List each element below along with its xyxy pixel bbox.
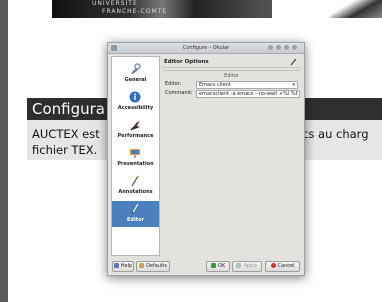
configure-dialog: Configure – Okular General Accessibility… [107,42,305,276]
left-edge-bar [0,0,8,302]
command-input[interactable]: emacsclient -a emacs --no-wait +%l %f [196,90,300,98]
slide-body-line1: AUCTEX est [32,127,100,141]
config-sidebar: General Accessibility Performance Presen… [111,56,160,256]
sidebar-label: Accessibility [117,105,154,111]
editor-header-icon [290,58,297,66]
page-title: Editor Options [164,59,209,65]
command-label: Command: [165,90,193,96]
decorative-image [330,0,382,18]
sidebar-item-annotations[interactable]: Annotations [112,173,159,199]
dialog-button-bar: Help Defaults OK Apply Cancel [108,257,304,275]
editor-icon [131,203,139,215]
sidebar-item-presentation[interactable]: Presentation [112,145,159,171]
university-logo-image: UNIVERSITÉ FRANCHE-COMTÉ [52,0,272,18]
header-divider [162,67,301,68]
slide-body-line2: fichier TEX. [32,143,98,157]
editor-label: Editor: [165,81,182,87]
command-input-value: emacsclient -a emacs --no-wait +%l %f [199,91,298,97]
minimize-icon[interactable] [276,45,281,50]
apply-icon [236,263,242,268]
sidebar-label: Annotations [118,189,153,195]
defaults-icon [139,263,145,268]
logo-text-2: FRANCHE-COMTÉ [102,8,168,15]
dialog-titlebar[interactable]: Configure – Okular [108,43,304,54]
dialog-title: Configure – Okular [182,45,230,51]
ok-button[interactable]: OK [206,261,230,272]
cancel-icon [270,263,276,268]
annotations-icon [131,175,140,187]
help-window-icon[interactable] [268,45,273,50]
group-title: Editor [224,73,239,79]
editor-group: Editor Editor: Emacs client ▾ Command: e… [163,70,300,98]
cancel-button[interactable]: Cancel [265,261,300,272]
maximize-icon[interactable] [284,45,289,50]
close-icon[interactable] [292,45,297,50]
performance-icon [130,120,140,130]
help-button[interactable]: Help [112,261,134,272]
sidebar-item-editor[interactable]: Editor [112,201,159,227]
editor-options-page: Editor Options Editor Editor: Emacs clie… [162,56,301,254]
sidebar-item-performance[interactable]: Performance [112,117,159,143]
defaults-button[interactable]: Defaults [136,261,170,272]
general-icon [131,63,141,74]
help-icon [113,263,119,268]
accessibility-icon [129,91,141,103]
apply-button[interactable]: Apply [232,261,262,272]
sidebar-label: Editor [127,217,144,223]
slide-body-line1-right: acs au charg [295,127,369,141]
check-icon [210,263,216,268]
chevron-down-icon: ▾ [292,82,295,88]
sidebar-item-general[interactable]: General [112,61,159,87]
logo-text-1: UNIVERSITÉ [92,0,138,7]
sidebar-label: Presentation [117,161,154,167]
editor-select-value: Emacs client [199,82,231,88]
presentation-icon [130,149,140,158]
editor-select[interactable]: Emacs client ▾ [196,81,298,89]
sidebar-label: Performance [117,133,154,139]
sidebar-label: General [124,77,147,83]
sidebar-item-accessibility[interactable]: Accessibility [112,89,159,115]
